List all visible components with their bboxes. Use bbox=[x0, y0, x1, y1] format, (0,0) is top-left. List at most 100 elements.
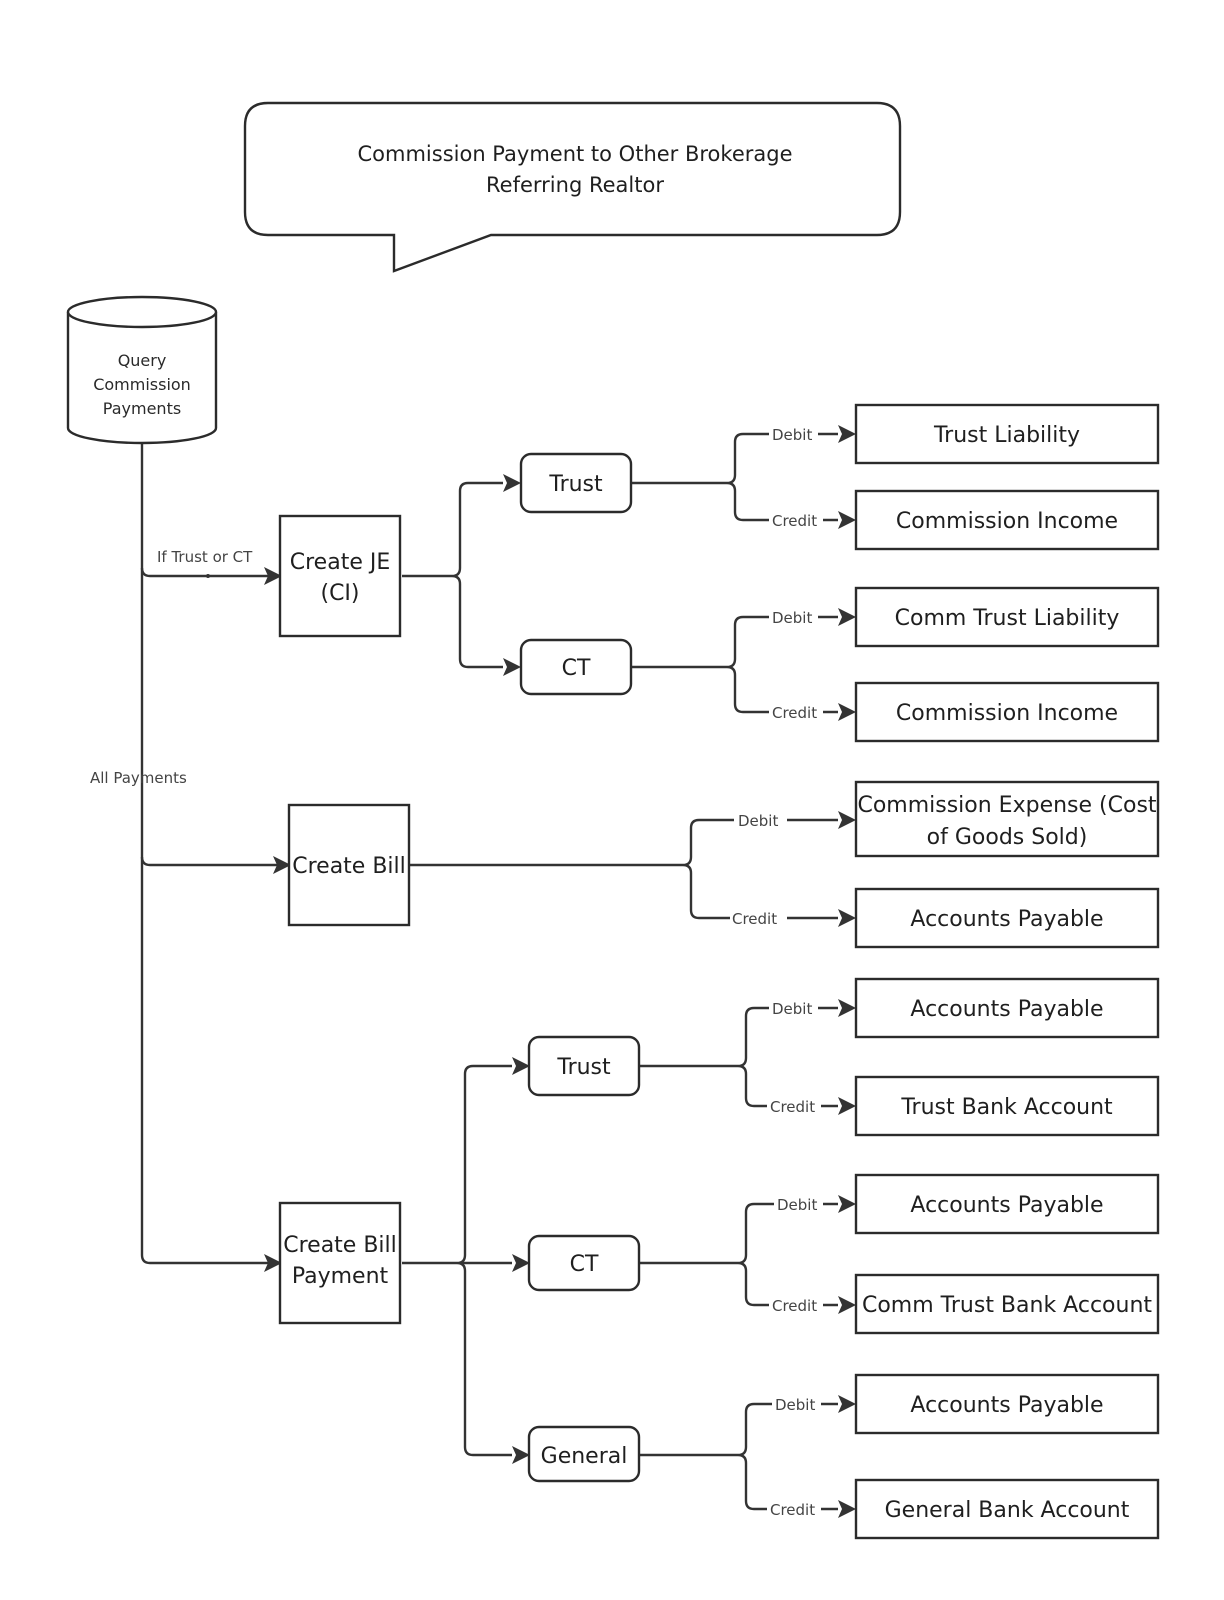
create-je-label-line-1: Create JE bbox=[290, 550, 390, 575]
create-je-box bbox=[278, 514, 402, 638]
query-commission-payments-database[interactable]: Query Commission Payments bbox=[66, 295, 218, 445]
edge-create-bill-split bbox=[410, 818, 734, 920]
account-trust-bank-account[interactable]: Trust Bank Account bbox=[854, 1075, 1160, 1137]
arrowhead-account bbox=[838, 909, 856, 927]
arrowhead-account bbox=[838, 999, 856, 1017]
edge-bill-payment-split bbox=[402, 1064, 512, 1457]
account-label: Accounts Payable bbox=[910, 907, 1103, 932]
arrowhead-account bbox=[838, 608, 856, 626]
account-commission-expense[interactable]: Commission Expense (Cost of Goods Sold) bbox=[854, 780, 1160, 858]
create-bill-payment-label-line-2: Payment bbox=[292, 1264, 389, 1289]
edge-create-bill-arrows bbox=[787, 818, 838, 920]
edge-bp-trust-arrows bbox=[818, 1006, 838, 1108]
edge-labels: If Trust or CT All Payments Debit Credit… bbox=[90, 426, 817, 1519]
arrowhead-account bbox=[838, 1500, 856, 1518]
database-top bbox=[66, 295, 218, 329]
edge-trunk-to-create-bill bbox=[140, 856, 277, 867]
connectors bbox=[140, 432, 838, 1511]
je-ct-node[interactable]: CT bbox=[519, 638, 633, 696]
edge-label-credit: Credit bbox=[772, 704, 817, 722]
edge-bp-general-split bbox=[639, 1402, 772, 1511]
title-callout: Commission Payment to Other Brokerage Re… bbox=[243, 101, 902, 273]
je-ct-label: CT bbox=[562, 656, 591, 681]
account-accounts-payable[interactable]: Accounts Payable bbox=[854, 887, 1160, 949]
database-label-line-1: Query bbox=[118, 351, 167, 370]
edge-label-debit: Debit bbox=[777, 1196, 817, 1214]
database-label-line-2: Commission bbox=[93, 375, 191, 394]
account-comm-trust-liability[interactable]: Comm Trust Liability bbox=[854, 586, 1160, 648]
account-accounts-payable[interactable]: Accounts Payable bbox=[854, 1373, 1160, 1435]
edge-bp-general-arrows bbox=[821, 1402, 838, 1511]
account-label-line-2: of Goods Sold) bbox=[927, 825, 1088, 850]
edge-label-all-payments: All Payments bbox=[90, 769, 187, 787]
arrowhead-bp-general bbox=[512, 1446, 530, 1464]
edge-label-debit: Debit bbox=[772, 609, 812, 627]
edge-bp-ct-arrows bbox=[823, 1202, 838, 1307]
edge-label-debit: Debit bbox=[775, 1396, 815, 1414]
create-bill-label: Create Bill bbox=[292, 854, 406, 879]
create-je-process[interactable]: Create JE (CI) bbox=[278, 514, 402, 638]
arrowhead-account bbox=[838, 425, 856, 443]
edge-bp-trust-split bbox=[639, 1006, 769, 1108]
edge-je-trust-arrows bbox=[818, 432, 838, 522]
arrowhead-je-trust bbox=[503, 474, 521, 492]
account-accounts-payable[interactable]: Accounts Payable bbox=[854, 977, 1160, 1039]
account-label: Trust Bank Account bbox=[900, 1095, 1113, 1120]
arrowhead-bp-ct bbox=[512, 1254, 530, 1272]
database-label-line-3: Payments bbox=[103, 399, 181, 418]
account-label: Accounts Payable bbox=[910, 1393, 1103, 1418]
account-label-line-1: Commission Expense (Cost bbox=[857, 793, 1156, 818]
trunk-line bbox=[140, 444, 272, 1265]
edge-je-trust-split bbox=[631, 432, 769, 522]
create-bill-payment-process[interactable]: Create Bill Payment bbox=[278, 1201, 402, 1325]
arrowhead-je-ct bbox=[503, 658, 521, 676]
create-bill-process[interactable]: Create Bill bbox=[287, 803, 411, 927]
create-bill-payment-box bbox=[278, 1201, 402, 1325]
arrowhead-account bbox=[838, 1395, 856, 1413]
account-label: Commission Income bbox=[896, 701, 1118, 726]
bp-ct-label: CT bbox=[570, 1252, 599, 1277]
edge-bp-ct-split bbox=[639, 1202, 774, 1307]
edge-label-credit: Credit bbox=[772, 512, 817, 530]
arrowhead-account bbox=[838, 703, 856, 721]
arrowhead-account bbox=[838, 1097, 856, 1115]
je-trust-label: Trust bbox=[548, 472, 603, 497]
edge-label-credit: Credit bbox=[772, 1297, 817, 1315]
je-trust-node[interactable]: Trust bbox=[519, 452, 633, 514]
account-accounts-payable[interactable]: Accounts Payable bbox=[854, 1173, 1160, 1235]
edge-je-ct-split bbox=[631, 615, 769, 714]
arrowhead-account bbox=[838, 1195, 856, 1213]
edge-label-credit: Credit bbox=[770, 1501, 815, 1519]
account-label: Accounts Payable bbox=[910, 997, 1103, 1022]
bp-trust-label: Trust bbox=[556, 1055, 611, 1080]
edge-label-credit: Credit bbox=[770, 1098, 815, 1116]
callout-title-line-2: Referring Realtor bbox=[486, 173, 664, 197]
bp-general-label: General bbox=[541, 1444, 628, 1469]
account-comm-trust-bank-account[interactable]: Comm Trust Bank Account bbox=[854, 1273, 1160, 1335]
account-label: Comm Trust Bank Account bbox=[862, 1293, 1152, 1318]
arrowhead-account bbox=[838, 511, 856, 529]
create-bill-payment-label-line-1: Create Bill bbox=[283, 1233, 397, 1258]
account-commission-income[interactable]: Commission Income bbox=[854, 681, 1160, 743]
flowchart-canvas: Commission Payment to Other Brokerage Re… bbox=[66, 101, 1160, 1540]
edge-label-debit: Debit bbox=[772, 1000, 812, 1018]
arrowhead-account bbox=[838, 1296, 856, 1314]
create-je-label-line-2: (CI) bbox=[320, 581, 359, 606]
account-label: Accounts Payable bbox=[910, 1193, 1103, 1218]
edge-label-if-trust-or-ct: If Trust or CT bbox=[157, 548, 253, 566]
edge-label-debit: Debit bbox=[772, 426, 812, 444]
edge-label-credit: Credit bbox=[732, 910, 777, 928]
account-commission-income[interactable]: Commission Income bbox=[854, 489, 1160, 551]
arrowhead-bp-trust bbox=[512, 1057, 530, 1075]
account-general-bank-account[interactable]: General Bank Account bbox=[854, 1478, 1160, 1540]
account-label: Trust Liability bbox=[933, 423, 1080, 448]
account-label: General Bank Account bbox=[885, 1498, 1130, 1523]
bp-trust-node[interactable]: Trust bbox=[527, 1035, 641, 1097]
edge-trunk-to-create-je bbox=[140, 567, 268, 578]
arrowhead-account bbox=[838, 811, 856, 829]
bp-general-node[interactable]: General bbox=[527, 1425, 641, 1483]
bp-ct-node[interactable]: CT bbox=[527, 1234, 641, 1292]
account-trust-liability[interactable]: Trust Liability bbox=[854, 403, 1160, 465]
account-boxes: Trust Liability Commission Income Comm T… bbox=[854, 403, 1160, 1540]
edge-create-je-split bbox=[402, 481, 503, 669]
